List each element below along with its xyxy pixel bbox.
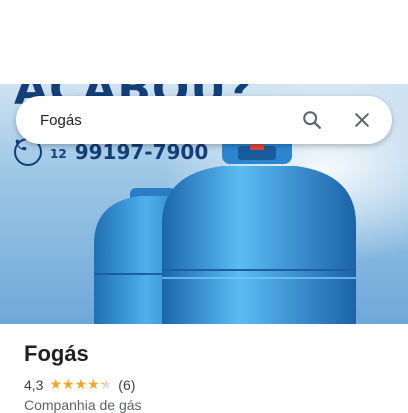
place-category: Companhia de gás <box>24 397 142 413</box>
clear-search-button[interactable] <box>346 104 378 136</box>
search-bar[interactable] <box>16 96 392 144</box>
star-icon: ★ <box>87 376 100 392</box>
star-icon: ★ <box>74 376 88 392</box>
phone-area-code: 12 <box>50 147 67 161</box>
rating-row[interactable]: 4,3 ★ ★ ★ ★ ★ (6) <box>24 376 394 393</box>
search-input[interactable] <box>40 111 296 129</box>
review-count[interactable]: (6) <box>118 377 135 393</box>
rating-value: 4,3 <box>24 376 44 393</box>
place-title[interactable]: Fogás <box>24 340 394 368</box>
star-rating: ★ ★ ★ ★ ★ <box>49 376 112 393</box>
search-icon <box>303 111 321 129</box>
place-info[interactable]: Fogás 4,3 ★ ★ ★ ★ ★ (6) Companhia de gás <box>24 340 394 413</box>
search-button[interactable] <box>296 104 328 136</box>
close-icon <box>355 113 369 127</box>
half-star-icon: ★ <box>99 376 113 392</box>
star-icon: ★ <box>62 376 75 392</box>
star-icon: ★ <box>49 376 63 392</box>
